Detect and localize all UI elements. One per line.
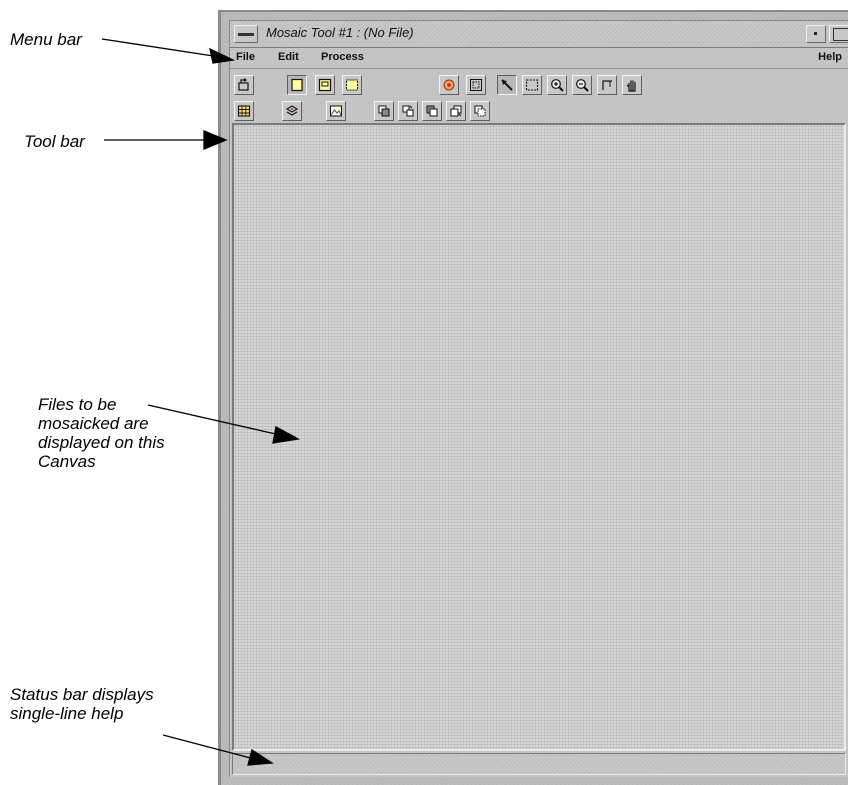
reverse-order-button[interactable] xyxy=(470,101,490,121)
menu-help[interactable]: Help xyxy=(818,51,842,63)
overlay-mode-button[interactable] xyxy=(315,75,335,95)
send-to-back-button[interactable] xyxy=(374,101,394,121)
table-button[interactable] xyxy=(234,101,254,121)
bring-to-front-button[interactable] xyxy=(446,101,466,121)
select-mode-icon xyxy=(291,78,303,92)
menu-edit[interactable]: Edit xyxy=(278,51,299,63)
overlay-mode-icon xyxy=(318,78,332,92)
minimize-icon xyxy=(814,32,817,35)
open-icon xyxy=(238,78,249,91)
canvas-annotation-line: Files to be xyxy=(38,395,117,414)
image-icon xyxy=(330,105,342,117)
crop-button[interactable] xyxy=(597,75,617,95)
box-mode-icon xyxy=(346,79,358,91)
image-matching-button[interactable] xyxy=(466,75,486,95)
menu-file[interactable]: File xyxy=(236,51,255,63)
menu-bar-annotation: Menu bar xyxy=(10,30,82,49)
zoom-out-button[interactable] xyxy=(572,75,592,95)
send-backward-icon xyxy=(402,105,414,117)
menu-bar: File Edit Process Help xyxy=(230,48,848,69)
layers-button[interactable] xyxy=(282,101,302,121)
image-button[interactable] xyxy=(326,101,346,121)
send-to-back-icon xyxy=(378,105,390,117)
tool-bar-annotation: Tool bar xyxy=(24,132,85,151)
canvas-annotation-line: Canvas xyxy=(38,452,96,471)
window-body: Mosaic Tool #1 : (No File) File Edit Pro… xyxy=(229,20,848,777)
pan-hand-icon xyxy=(626,80,636,92)
window-menu-button[interactable] xyxy=(234,25,258,43)
pan-button[interactable] xyxy=(622,75,642,95)
bring-to-front-icon xyxy=(450,105,462,117)
zoom-in-icon xyxy=(551,79,564,92)
zoom-out-icon xyxy=(576,79,589,92)
mosaic-tool-window: Mosaic Tool #1 : (No File) File Edit Pro… xyxy=(218,10,848,785)
status-annotation-line: Status bar displays xyxy=(10,685,154,704)
reverse-order-icon xyxy=(474,105,486,117)
maximize-icon xyxy=(833,28,848,41)
title-bar[interactable]: Mosaic Tool #1 : (No File) xyxy=(230,21,848,48)
select-area-icon xyxy=(525,79,539,91)
pointer-icon xyxy=(501,79,513,91)
canvas-annotation: Files to be mosaicked are displayed on t… xyxy=(38,395,165,471)
table-icon xyxy=(237,105,251,117)
image-matching-icon xyxy=(470,79,482,91)
color-correction-icon xyxy=(443,79,455,91)
status-bar-annotation: Status bar displays single-line help xyxy=(10,685,154,723)
window-title: Mosaic Tool #1 : (No File) xyxy=(266,25,414,40)
minimize-button[interactable] xyxy=(806,25,826,43)
maximize-button[interactable] xyxy=(829,25,848,43)
select-area-button[interactable] xyxy=(522,75,542,95)
open-button[interactable] xyxy=(234,75,254,95)
bring-forward-icon xyxy=(426,105,438,117)
canvas-annotation-line: displayed on this xyxy=(38,433,165,452)
select-mode-button[interactable] xyxy=(287,75,307,95)
status-bar xyxy=(232,753,846,775)
zoom-in-button[interactable] xyxy=(547,75,567,95)
status-annotation-line: single-line help xyxy=(10,704,124,723)
menu-bar-arrow-line xyxy=(101,38,221,58)
bring-forward-button[interactable] xyxy=(422,101,442,121)
box-mode-button[interactable] xyxy=(342,75,362,95)
canvas-annotation-line: mosaicked are xyxy=(38,414,149,433)
window-menu-icon xyxy=(238,33,254,36)
pointer-button[interactable] xyxy=(497,75,517,95)
menu-process[interactable]: Process xyxy=(321,51,364,63)
color-correction-button[interactable] xyxy=(439,75,459,95)
send-backward-button[interactable] xyxy=(398,101,418,121)
layers-icon xyxy=(285,105,299,116)
crop-icon xyxy=(602,80,612,90)
mosaic-canvas[interactable] xyxy=(232,123,846,751)
